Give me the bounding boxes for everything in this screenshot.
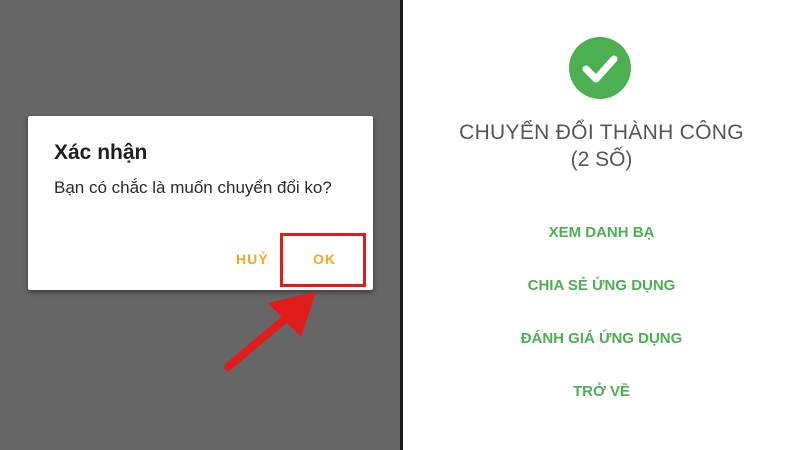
share-app-button[interactable]: CHIA SẺ ỨNG DỤNG <box>403 277 800 294</box>
ok-highlight-box <box>280 233 366 287</box>
dialog-message: Bạn có chắc là muốn chuyển đổi ko? <box>54 178 332 197</box>
back-button[interactable]: TRỞ VỀ <box>403 383 800 400</box>
success-title: CHUYỂN ĐỔI THÀNH CÔNG <box>459 121 744 144</box>
cancel-button[interactable]: HUỶ <box>236 251 269 267</box>
view-contacts-button[interactable]: XEM DANH BẠ <box>403 224 800 241</box>
rate-app-button[interactable]: ĐÁNH GIÁ ỨNG DỤNG <box>403 330 800 347</box>
check-circle-icon <box>569 37 631 99</box>
dialog-title: Xác nhận <box>54 141 148 164</box>
success-count: (2 SỐ) <box>570 148 633 171</box>
